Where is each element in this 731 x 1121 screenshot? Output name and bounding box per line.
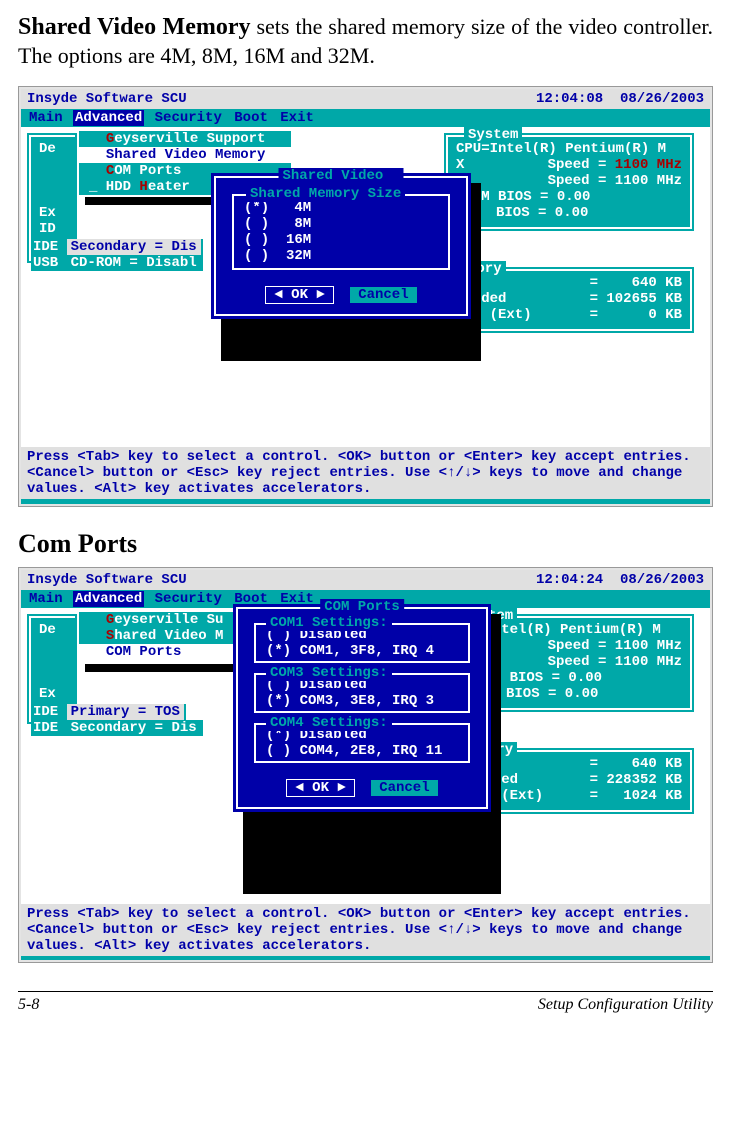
bios-screenshot-2: Insyde Software SCU 12:04:24 08/26/2003 … — [18, 567, 713, 963]
menu-item-geyserville[interactable]: Geyserville Su — [79, 612, 233, 628]
titlebar: Insyde Software SCU 12:04:08 08/26/2003 — [21, 89, 710, 109]
ok-button[interactable]: OK — [286, 779, 354, 797]
system-cpu: CPU=Intel(R) Pentium(R) M — [456, 141, 682, 157]
mem-ext: = 228352 KB — [518, 772, 682, 788]
system-bios-row: TEM BIOS = 0.00 — [476, 670, 682, 686]
com-ports-heading: Com Ports — [18, 529, 713, 559]
label-ide: IDE — [33, 239, 58, 255]
group-title: Shared Memory Size — [246, 186, 405, 202]
menu-item-geyserville[interactable]: Geyserville Support — [79, 131, 291, 147]
speed-2: Speed = 1100 MHz — [464, 173, 682, 189]
com1-3f8[interactable]: (*) COM1, 3F8, IRQ 4 — [266, 643, 458, 659]
row-primary: Primary = TOS — [67, 704, 184, 720]
opt-4m[interactable]: (*) 4M — [244, 200, 438, 216]
row-secondary: Secondary = Dis — [67, 720, 201, 736]
ok-button[interactable]: OK — [265, 286, 333, 304]
opt-16m[interactable]: ( ) 16M — [244, 232, 438, 248]
speed-1: Speed = 1100 MHz — [476, 638, 682, 654]
title: Insyde Software SCU — [27, 91, 187, 107]
cancel-button[interactable]: Cancel — [371, 780, 437, 796]
clock-time: 12:04:24 — [536, 572, 603, 588]
label-de: De — [39, 622, 67, 638]
com3-title: COM3 Settings: — [266, 665, 392, 681]
dialog-title: COM Ports — [320, 599, 404, 615]
bios-row: BIOS = 0.00 — [476, 686, 682, 702]
bios-row: BIOS = 0.00 — [456, 205, 682, 221]
opt-8m[interactable]: ( ) 8M — [244, 216, 438, 232]
label-id: ID — [39, 221, 67, 237]
menu-item-shared-video[interactable]: Shared Video M — [79, 628, 233, 644]
label-ide2: IDE — [33, 720, 58, 736]
menu-security[interactable]: Security — [153, 110, 224, 126]
com4-title: COM4 Settings: — [266, 715, 392, 731]
system-cpu: =Intel(R) Pentium(R) M — [476, 622, 682, 638]
title: Insyde Software SCU — [27, 572, 187, 588]
menu-boot[interactable]: Boot — [232, 110, 270, 126]
mem-base: 640 KB — [632, 756, 682, 772]
mem-cache: 1024 KB — [623, 788, 682, 804]
cancel-button[interactable]: Cancel — [350, 287, 416, 303]
clock-time: 12:04:08 — [536, 91, 603, 107]
menu-main[interactable]: Main — [27, 591, 65, 607]
memory-panel: mory se= 640 KB tended= 102655 KB che (E… — [444, 267, 694, 333]
opt-32m[interactable]: ( ) 32M — [244, 248, 438, 264]
help-bar: Press <Tab> key to select a control. <OK… — [21, 904, 710, 956]
label-ex: Ex — [39, 686, 67, 702]
intro-bold: Shared Video Memory — [18, 14, 251, 40]
mem-cache: 0 KB — [648, 307, 682, 323]
com1-title: COM1 Settings: — [266, 615, 392, 631]
label-ide: IDE — [33, 704, 58, 720]
menu-exit[interactable]: Exit — [278, 110, 316, 126]
menubar[interactable]: Main Advanced Security Boot Exit — [21, 109, 710, 127]
advanced-dropdown[interactable]: Geyserville Su Shared Video M COM Ports — [77, 610, 235, 662]
row-secondary: Secondary = Dis — [67, 239, 201, 255]
intro-paragraph: Shared Video Memory sets the shared memo… — [18, 12, 713, 70]
row-cdrom: CD-ROM = Disabl — [67, 255, 201, 271]
page-footer: 5-8 Setup Configuration Utility — [18, 991, 713, 1014]
com3-3e8[interactable]: (*) COM3, 3E8, IRQ 3 — [266, 693, 458, 709]
menu-item-com-ports[interactable]: COM Ports — [79, 644, 233, 660]
system-title: System — [464, 127, 522, 143]
system-panel: System CPU=Intel(R) Pentium(R) M XSpeed … — [444, 133, 694, 231]
page-number: 5-8 — [18, 996, 39, 1014]
speed-1: 1100 MHz — [615, 157, 682, 173]
menu-item-shared-video-memory[interactable]: Shared Video Memory — [79, 147, 291, 163]
menu-advanced[interactable]: Advanced — [73, 110, 144, 126]
clock-date: 08/26/2003 — [620, 572, 704, 588]
help-bar: Press <Tab> key to select a control. <OK… — [21, 447, 710, 499]
shared-video-memory-dialog: Shared Video Memory Shared Memory Size (… — [211, 173, 471, 319]
bios-screenshot-1: Insyde Software SCU 12:04:08 08/26/2003 … — [18, 86, 713, 507]
mem-ext: = 102655 KB — [506, 291, 682, 307]
com-ports-dialog: COM Ports COM1 Settings: ( ) Disabled (*… — [233, 604, 491, 813]
menu-advanced[interactable]: Advanced — [73, 591, 144, 607]
titlebar: Insyde Software SCU 12:04:24 08/26/2003 — [21, 570, 710, 590]
label-de: De — [39, 141, 67, 157]
com4-2e8[interactable]: ( ) COM4, 2E8, IRQ 11 — [266, 743, 458, 759]
mem-base: 640 KB — [632, 275, 682, 291]
system-bios-row: STEM BIOS = 0.00 — [456, 189, 682, 205]
label-ex: Ex — [39, 205, 67, 221]
dropdown-shadow — [85, 664, 243, 672]
menu-main[interactable]: Main — [27, 110, 65, 126]
label-usb: USB — [33, 255, 58, 271]
menu-security[interactable]: Security — [153, 591, 224, 607]
clock-date: 08/26/2003 — [620, 91, 704, 107]
speed-2: Speed = 1100 MHz — [476, 654, 682, 670]
footer-label: Setup Configuration Utility — [538, 996, 713, 1014]
